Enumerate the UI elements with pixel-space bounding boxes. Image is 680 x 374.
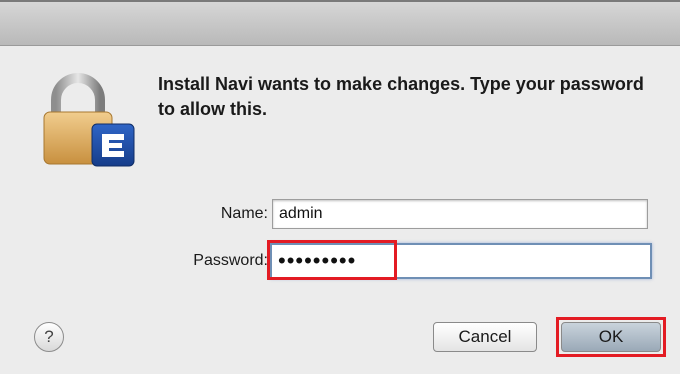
dialog-message: Install Navi wants to make changes. Type… <box>158 74 644 119</box>
lock-icon <box>34 66 144 176</box>
cancel-button[interactable]: Cancel <box>433 322 537 352</box>
authentication-dialog: Install Navi wants to make changes. Type… <box>0 0 680 374</box>
password-label: Password: <box>193 252 268 269</box>
password-field[interactable] <box>270 243 652 279</box>
ok-button[interactable]: OK <box>561 322 661 352</box>
name-field[interactable] <box>272 199 648 229</box>
name-label: Name: <box>220 205 268 222</box>
help-button[interactable]: ? <box>34 322 64 352</box>
lock-icon-graphic <box>43 73 135 167</box>
title-bar[interactable] <box>0 0 680 46</box>
